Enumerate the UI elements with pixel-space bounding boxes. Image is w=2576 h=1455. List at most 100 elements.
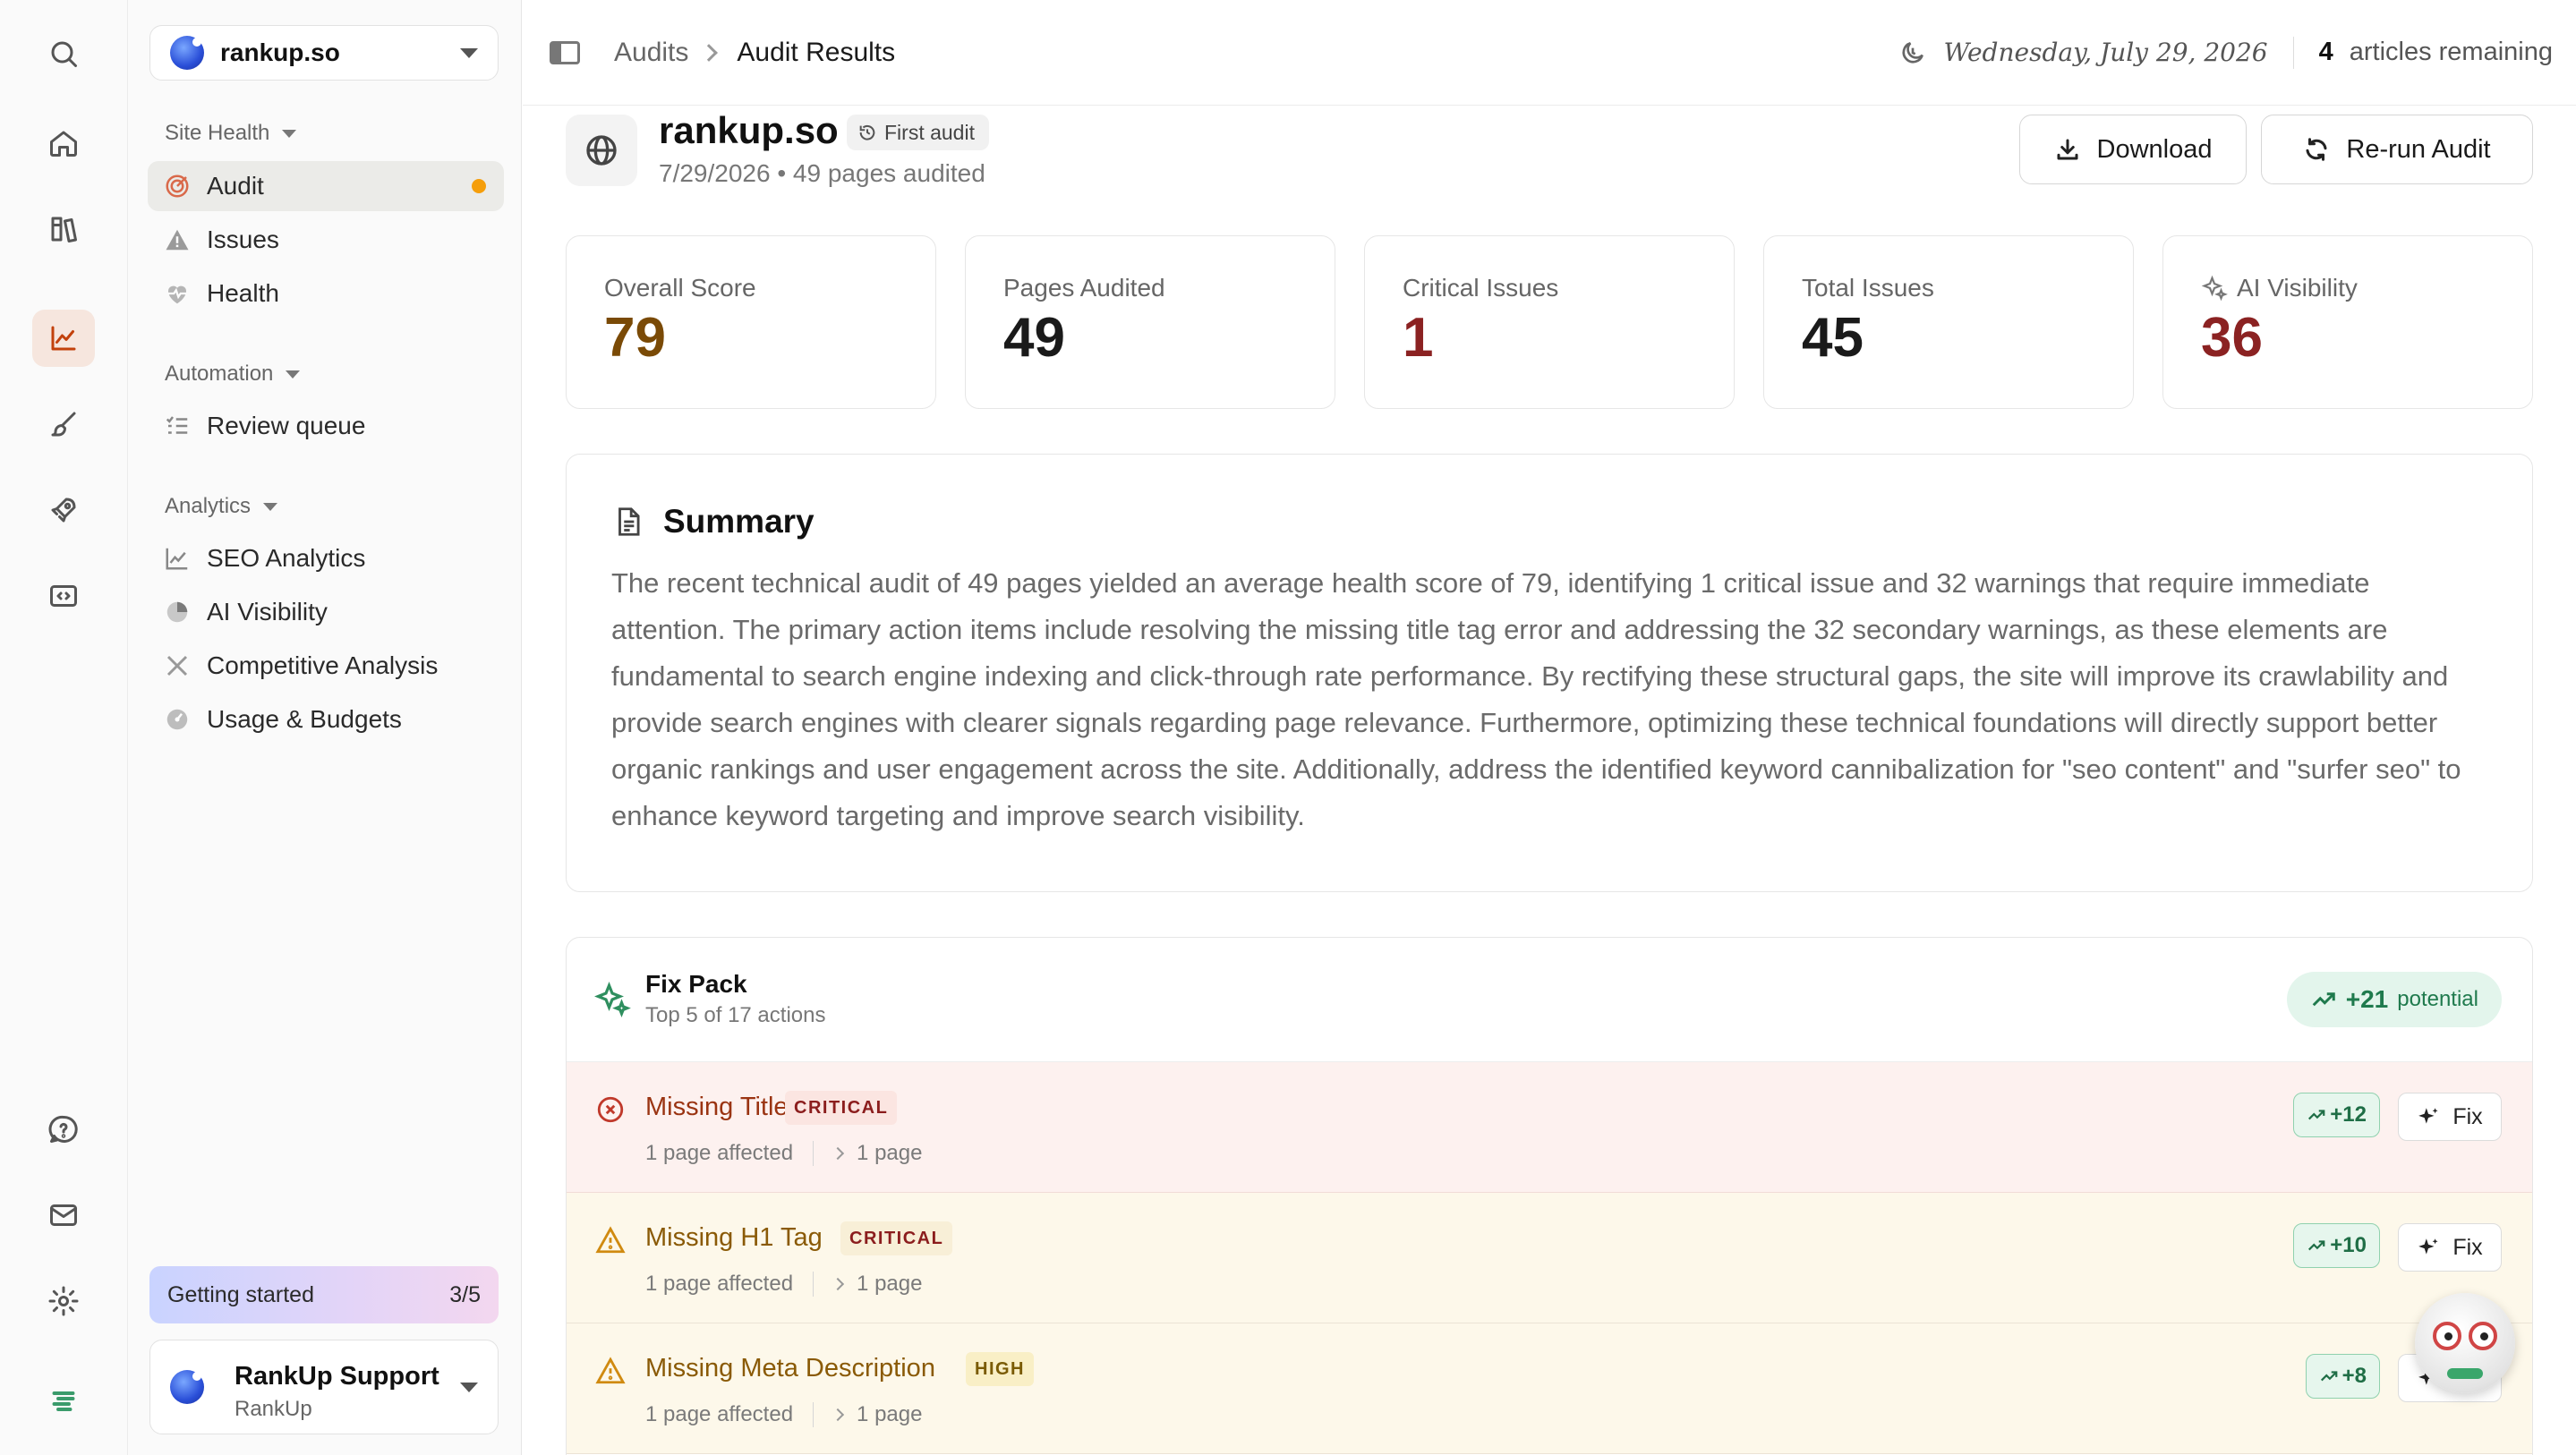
stat-value: 45 [1802,307,1864,369]
affected-pages-toggle[interactable]: 1 page [857,1272,922,1297]
home-icon[interactable] [32,115,95,172]
rocket-icon[interactable] [32,481,95,539]
line-chart-icon [164,545,191,572]
audit-meta: 7/29/2026 • 49 pages audited [659,159,985,187]
embed-icon[interactable] [32,567,95,625]
site-switcher[interactable]: rankup.so [149,25,499,81]
breadcrumb-current: Audit Results [737,37,896,67]
gauge-icon [164,706,191,733]
globe-icon [566,115,637,186]
stat-label: Critical Issues [1403,274,1559,302]
fix-row-missing-title-tag[interactable]: Missing Title Tag CRITICAL 1 page affect… [567,1062,2532,1193]
section-analytics[interactable]: Analytics [165,494,278,519]
brush-icon[interactable] [32,396,95,453]
affected-count: 1 page affected [645,1141,794,1165]
potential-badge: +21 potential [2286,972,2502,1027]
fix-pack-card: Fix Pack Top 5 of 17 actions +21 potenti… [566,937,2533,1455]
points-badge: +12 [2293,1093,2380,1137]
help-icon[interactable] [32,1101,95,1158]
chevron-down-icon [286,370,301,379]
swords-icon [164,652,191,679]
sidebar-item-health[interactable]: Health [148,268,504,319]
sparkles-icon [594,982,631,1017]
page-title: rankup.so [659,109,839,151]
toggle-sidebar-icon[interactable] [550,40,580,64]
sidebar-item-label: Review queue [207,412,366,439]
summary-title: Summary [663,503,815,540]
stat-label: Pages Audited [1003,274,1165,302]
refresh-icon [2306,138,2327,161]
chevron-right-icon [700,43,719,62]
sidebar-item-label: SEO Analytics [207,544,366,572]
search-icon[interactable] [32,25,95,82]
trending-up-icon [2308,1110,2325,1120]
sidebar-item-label: Usage & Budgets [207,705,402,733]
account-org: RankUp [235,1396,312,1421]
icon-rail [0,0,128,1455]
fix-button[interactable]: Fix [2398,1093,2502,1141]
mascot-eye [2433,1322,2461,1350]
library-icon[interactable] [32,200,95,258]
sidebar-item-usage-budgets[interactable]: Usage & Budgets [148,694,504,745]
chevron-right-icon [831,1277,845,1291]
sidebar-item-competitive-analysis[interactable]: Competitive Analysis [148,641,504,691]
points-badge: +10 [2293,1223,2380,1268]
history-icon [859,124,875,140]
sparkle-icon [2418,1238,2438,1255]
fix-row-missing-h1-tag[interactable]: Missing H1 Tag CRITICAL 1 page affected … [567,1193,2532,1323]
mascot-mouth [2447,1368,2483,1379]
analytics-icon[interactable] [32,310,95,367]
assistant-mascot-button[interactable] [2415,1293,2515,1393]
severity-badge: HIGH [966,1352,1034,1386]
articles-count: 4 [2318,38,2333,66]
sidebar-item-ai-visibility[interactable]: AI Visibility [148,587,504,637]
rerun-audit-button[interactable]: Re-run Audit [2261,115,2533,184]
stat-label: AI Visibility [2237,274,2358,302]
brand-logo-icon[interactable] [32,1373,95,1430]
sidebar-item-review-queue[interactable]: Review queue [148,401,504,451]
sidebar-item-label: Competitive Analysis [207,651,439,679]
sidebar-item-seo-analytics[interactable]: SEO Analytics [148,533,504,583]
affected-count: 1 page affected [645,1272,794,1296]
stat-label: Overall Score [604,274,756,302]
sidebar-item-label: AI Visibility [207,598,328,625]
stat-value: 1 [1403,307,1434,369]
chevron-down-icon [460,1382,478,1392]
stat-card-total-issues: Total Issues 45 [1763,235,2134,409]
severity-badge: CRITICAL [785,1091,898,1125]
mail-icon[interactable] [32,1187,95,1244]
fix-button[interactable]: Fix [2398,1223,2502,1272]
breadcrumb-audits[interactable]: Audits [614,38,688,68]
stat-label: Total Issues [1802,274,1934,302]
stat-value: 49 [1003,307,1065,369]
account-name: RankUp Support [235,1361,439,1391]
sidebar-item-issues[interactable]: Issues [148,215,504,265]
section-automation[interactable]: Automation [165,362,301,387]
stat-card-critical-issues: Critical Issues 1 [1364,235,1735,409]
affected-count: 1 page affected [645,1402,794,1426]
account-switcher[interactable]: RankUp Support RankUp [149,1340,499,1434]
error-circle-icon [597,1096,624,1123]
affected-pages-toggle[interactable]: 1 page [857,1402,922,1427]
sidebar-item-audit[interactable]: Audit [148,161,504,211]
points-badge: +8 [2305,1354,2380,1399]
trending-up-icon [2320,1371,2337,1382]
section-site-health[interactable]: Site Health [165,121,297,146]
trending-up-icon [2308,1240,2325,1251]
site-avatar [170,36,204,70]
fix-row-title: Missing Meta Description [645,1354,935,1383]
divider [2292,36,2294,69]
chevron-down-icon [282,129,297,138]
first-audit-badge: First audit [847,115,989,150]
divider [813,1402,815,1427]
top-bar: Audits Audit Results Wednesday, July 29,… [523,0,2576,106]
summary-text: The recent technical audit of 49 pages y… [611,567,2461,831]
current-date: Wednesday, July 29, 2026 [1943,38,2268,67]
fix-row-missing-meta-description[interactable]: Missing Meta Description HIGH 1 page aff… [567,1323,2532,1454]
site-name: rankup.so [220,38,340,66]
document-icon [618,507,640,536]
getting-started-card[interactable]: Getting started 3/5 [149,1266,499,1323]
download-button[interactable]: Download [2019,115,2247,184]
settings-icon[interactable] [32,1272,95,1330]
affected-pages-toggle[interactable]: 1 page [857,1141,922,1166]
